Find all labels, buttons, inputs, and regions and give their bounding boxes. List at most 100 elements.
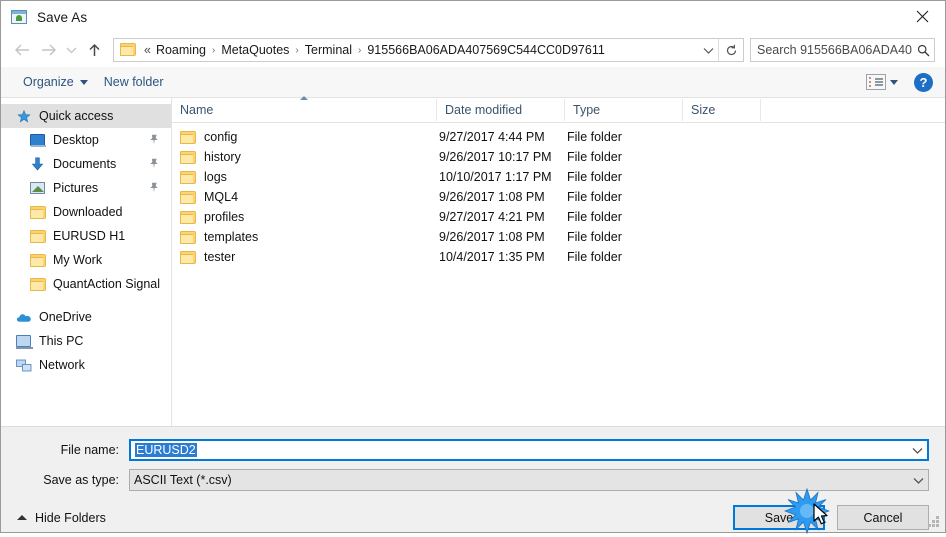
folder-icon bbox=[180, 190, 196, 204]
sidebar-item-documents[interactable]: Documents bbox=[1, 152, 171, 176]
folder-icon bbox=[29, 204, 46, 220]
file-name-value[interactable]: EURUSD2 bbox=[131, 443, 908, 457]
column-header-label: Name bbox=[180, 103, 214, 117]
new-folder-label: New folder bbox=[103, 75, 164, 89]
file-list-pane: Name Date modified Type Size config 9/27… bbox=[172, 96, 945, 426]
sidebar-item-network[interactable]: Network bbox=[1, 353, 171, 377]
save-label: Save bbox=[764, 510, 794, 525]
sidebar-item-quantaction-signal[interactable]: QuantAction Signal bbox=[1, 272, 171, 296]
file-name-cell: history bbox=[172, 150, 437, 164]
sidebar-item-this-pc[interactable]: This PC bbox=[1, 329, 171, 353]
cancel-label: Cancel bbox=[863, 510, 903, 525]
file-date-cell: 9/26/2017 10:17 PM bbox=[439, 150, 552, 164]
breadcrumb-item-terminal[interactable]: Terminal bbox=[302, 41, 355, 59]
sidebar-item-label: OneDrive bbox=[39, 310, 92, 324]
chevron-down-icon[interactable] bbox=[890, 79, 898, 85]
file-type-cell: File folder bbox=[567, 190, 622, 204]
save-button[interactable]: Save bbox=[733, 505, 825, 530]
address-dropdown-icon[interactable] bbox=[698, 39, 718, 61]
pin-icon[interactable] bbox=[149, 134, 159, 148]
column-header-type[interactable]: Type bbox=[565, 99, 683, 121]
table-row[interactable]: tester 10/4/2017 1:35 PM File folder bbox=[172, 247, 945, 267]
picture-icon bbox=[29, 180, 46, 196]
computer-icon bbox=[15, 333, 33, 349]
pin-icon[interactable] bbox=[149, 158, 159, 172]
breadcrumb-separator-icon: › bbox=[358, 44, 362, 56]
column-header-row: Name Date modified Type Size bbox=[172, 96, 945, 123]
save-as-type-select[interactable]: ASCII Text (*.csv) bbox=[129, 469, 929, 491]
sidebar-item-eurusd-h1[interactable]: EURUSD H1 bbox=[1, 224, 171, 248]
column-header-size[interactable]: Size bbox=[683, 99, 761, 121]
breadcrumb-separator-icon: › bbox=[211, 44, 216, 56]
close-icon[interactable] bbox=[899, 1, 945, 32]
column-header-date-modified[interactable]: Date modified bbox=[437, 99, 565, 121]
folder-icon bbox=[29, 228, 46, 244]
save-as-dialog: Save As « Roaming › MetaQuotes › Termina… bbox=[0, 0, 946, 535]
file-name-cell: logs bbox=[172, 170, 437, 184]
file-name-label: templates bbox=[204, 230, 259, 244]
table-row[interactable]: logs 10/10/2017 1:17 PM File folder bbox=[172, 167, 945, 187]
view-layout-icon[interactable] bbox=[866, 74, 886, 90]
file-name-label: profiles bbox=[204, 210, 245, 224]
file-name-label: config bbox=[204, 130, 238, 144]
breadcrumb-item-metaquotes[interactable]: MetaQuotes bbox=[218, 41, 292, 59]
folder-icon bbox=[180, 230, 196, 244]
refresh-icon[interactable] bbox=[718, 39, 743, 61]
search-input[interactable]: Search 915566BA06ADA40756... bbox=[751, 43, 912, 57]
resize-grip[interactable] bbox=[928, 516, 940, 528]
help-button[interactable]: ? bbox=[914, 72, 933, 92]
breadcrumb: « Roaming › MetaQuotes › Terminal › 9155… bbox=[142, 41, 698, 59]
file-date-cell: 9/27/2017 4:44 PM bbox=[439, 130, 545, 144]
table-row[interactable]: templates 9/26/2017 1:08 PM File folder bbox=[172, 227, 945, 247]
column-header-label: Type bbox=[573, 103, 601, 117]
back-button[interactable] bbox=[9, 37, 35, 63]
search-box[interactable]: Search 915566BA06ADA40756... bbox=[750, 38, 935, 62]
file-name-label: MQL4 bbox=[204, 190, 239, 204]
column-header-name[interactable]: Name bbox=[172, 96, 437, 121]
cancel-button[interactable]: Cancel bbox=[837, 505, 929, 530]
breadcrumb-item-terminal-id[interactable]: 915566BA06ADA407569C544CC0D97611 bbox=[364, 41, 607, 59]
up-button[interactable] bbox=[81, 37, 107, 63]
recent-locations-button[interactable] bbox=[61, 37, 81, 63]
save-as-type-value: ASCII Text (*.csv) bbox=[134, 473, 232, 487]
sidebar-item-quick-access[interactable]: Quick access bbox=[1, 104, 171, 128]
organize-button[interactable]: Organize bbox=[15, 72, 96, 92]
file-name-cell: config bbox=[172, 130, 437, 144]
breadcrumb-item-roaming[interactable]: Roaming bbox=[153, 41, 209, 59]
file-name-label: logs bbox=[204, 170, 227, 184]
table-row[interactable]: profiles 9/27/2017 4:21 PM File folder bbox=[172, 207, 945, 227]
table-row[interactable]: config 9/27/2017 4:44 PM File folder bbox=[172, 127, 945, 147]
table-row[interactable]: history 9/26/2017 10:17 PM File folder bbox=[172, 147, 945, 167]
breadcrumb-overflow-icon[interactable]: « bbox=[142, 43, 153, 57]
file-name-input[interactable]: EURUSD2 bbox=[129, 439, 929, 461]
save-as-type-label: Save as type: bbox=[43, 473, 119, 487]
sidebar-item-downloaded[interactable]: Downloaded bbox=[1, 200, 171, 224]
sidebar-item-pictures[interactable]: Pictures bbox=[1, 176, 171, 200]
address-bar[interactable]: « Roaming › MetaQuotes › Terminal › 9155… bbox=[113, 38, 744, 62]
file-type-cell: File folder bbox=[567, 150, 622, 164]
chevron-down-icon[interactable] bbox=[909, 477, 928, 484]
sidebar-item-my-work[interactable]: My Work bbox=[1, 248, 171, 272]
folder-icon bbox=[180, 170, 196, 184]
cloud-icon bbox=[15, 309, 32, 325]
file-date-cell: 9/26/2017 1:08 PM bbox=[439, 230, 545, 244]
file-rows: config 9/27/2017 4:44 PM File folder his… bbox=[172, 123, 945, 426]
hide-folders-label: Hide Folders bbox=[35, 510, 106, 525]
table-row[interactable]: MQL4 9/26/2017 1:08 PM File folder bbox=[172, 187, 945, 207]
sidebar-item-onedrive[interactable]: OneDrive bbox=[1, 305, 171, 329]
toolbar-right-group: ? bbox=[866, 72, 933, 92]
sidebar-item-label: Network bbox=[39, 358, 85, 372]
sidebar-divider bbox=[1, 296, 171, 305]
pin-icon[interactable] bbox=[149, 182, 159, 196]
sidebar-item-label: This PC bbox=[39, 334, 84, 348]
chevron-down-icon[interactable] bbox=[908, 447, 927, 454]
file-name-cell: profiles bbox=[172, 210, 437, 224]
folder-icon bbox=[29, 252, 46, 268]
hide-folders-button[interactable]: Hide Folders bbox=[17, 511, 106, 525]
file-name-selected-text: EURUSD2 bbox=[135, 443, 197, 457]
folder-icon bbox=[180, 250, 196, 264]
breadcrumb-separator-icon: › bbox=[295, 44, 299, 56]
sidebar-item-desktop[interactable]: Desktop bbox=[1, 128, 171, 152]
forward-button[interactable] bbox=[35, 37, 61, 63]
new-folder-button[interactable]: New folder bbox=[96, 72, 172, 92]
